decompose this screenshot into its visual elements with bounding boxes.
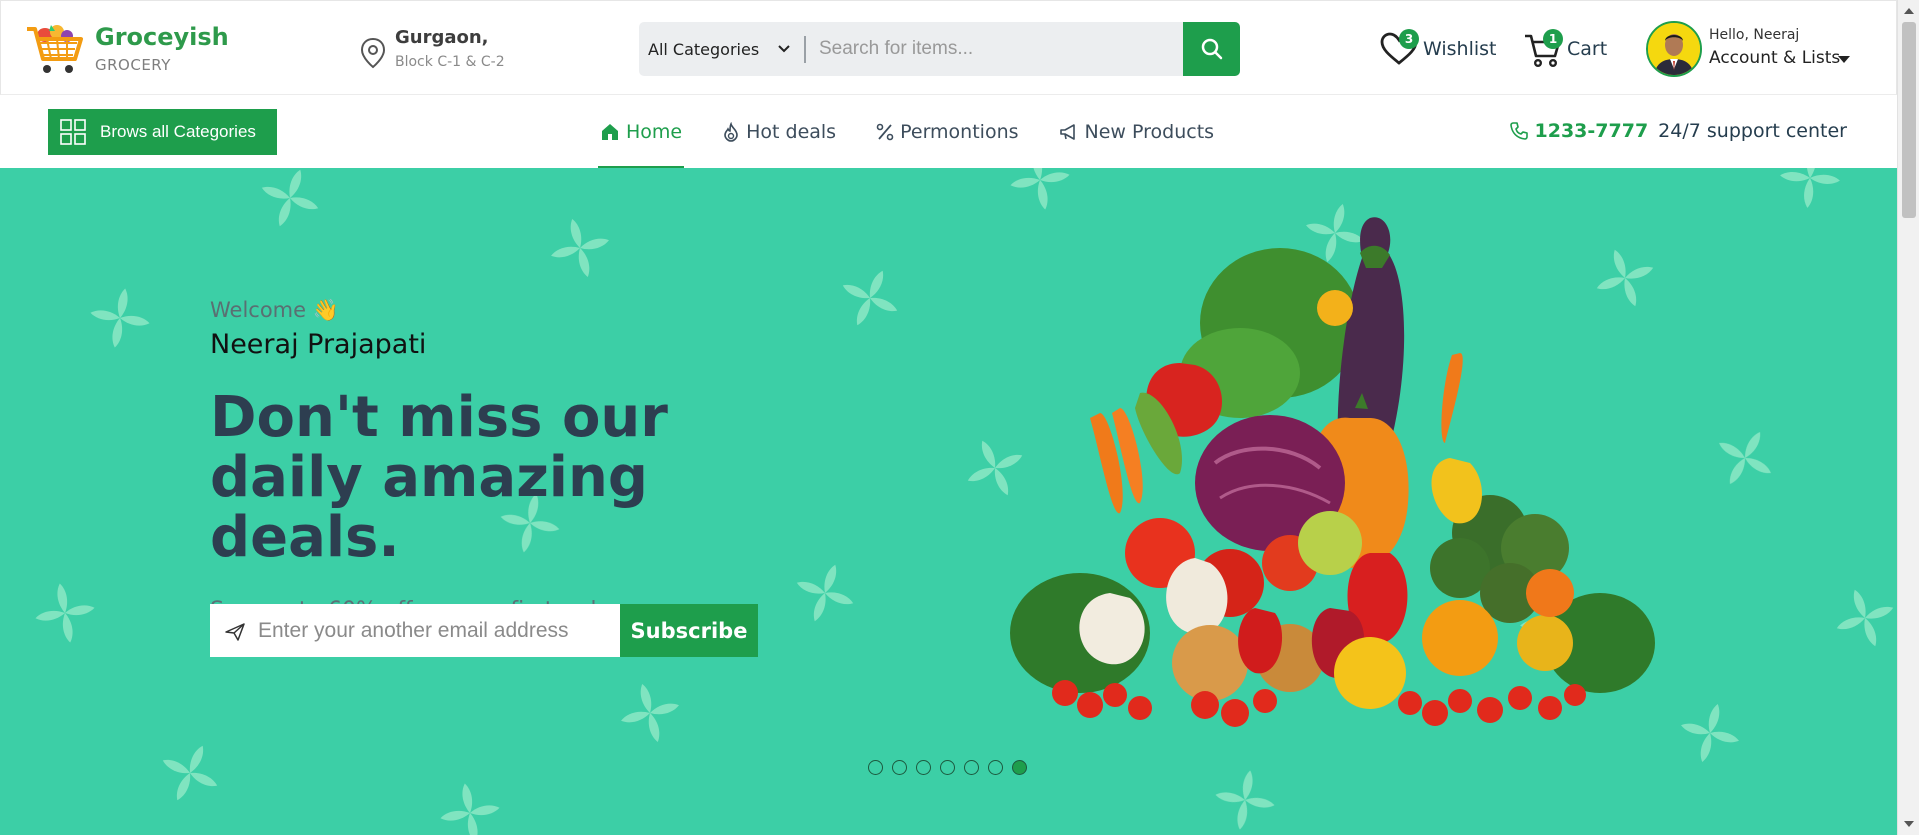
search-divider — [804, 36, 806, 63]
wishlist-label: Wishlist — [1423, 38, 1497, 60]
brand-name: Groceyish — [95, 23, 229, 51]
support-phone: 1233-7777 — [1534, 120, 1649, 142]
category-select-label: All Categories — [648, 39, 760, 59]
carousel-dot[interactable] — [940, 760, 955, 775]
category-select[interactable]: All Categories — [639, 22, 805, 76]
wishlist-link[interactable]: 3 Wishlist — [1379, 25, 1497, 73]
nav-link-label: Permontions — [900, 121, 1019, 143]
account-greeting: Hello, Neeraj — [1709, 27, 1800, 43]
page-scrollbar[interactable] — [1897, 0, 1919, 835]
email-field[interactable] — [258, 604, 613, 657]
newsletter-form: Subscribe — [210, 604, 758, 657]
send-icon — [225, 623, 245, 641]
top-header: Groceyish GROCERY Gurgaon, Block C-1 & C… — [0, 0, 1897, 95]
chevron-down-icon — [778, 45, 790, 53]
map-pin-icon — [360, 37, 386, 69]
nav-link-label: Hot deals — [746, 121, 837, 143]
hero-banner: Welcome 👋 Neeraj Prajapati Don't miss ou… — [0, 168, 1897, 835]
nav-link-home[interactable]: Home — [598, 96, 685, 168]
welcome-text: Welcome 👋 — [210, 298, 339, 322]
megaphone-icon — [1059, 124, 1075, 140]
email-field-wrapper — [210, 604, 620, 657]
carousel-dots — [868, 760, 1036, 775]
hero-headline: Don't miss our daily amazing deals. — [210, 385, 668, 570]
search-bar: All Categories — [639, 22, 1240, 76]
search-button[interactable] — [1183, 22, 1240, 76]
nav-link-hot-deals[interactable]: Hot deals — [720, 96, 838, 168]
main-nav: Brows all Categories Home Hot deals Perm… — [0, 96, 1897, 168]
hero-text: Welcome 👋 Neeraj Prajapati Don't miss ou… — [210, 298, 830, 623]
percent-icon — [876, 123, 894, 141]
vegetables-pile-image — [1010, 217, 1655, 727]
support-label: 24/7 support center — [1658, 120, 1847, 142]
cart-count-badge: 1 — [1543, 29, 1563, 49]
nav-link-label: Home — [626, 121, 683, 143]
carousel-dot[interactable] — [892, 760, 907, 775]
location-block: Block C-1 & C-2 — [395, 54, 505, 70]
brand-tagline: GROCERY — [95, 56, 171, 74]
basket-logo-icon — [27, 25, 83, 73]
home-icon — [602, 124, 618, 140]
search-icon — [1201, 38, 1222, 60]
nav-link-label: New Products — [1084, 121, 1215, 143]
cart-label: Cart — [1567, 38, 1608, 60]
scroll-down-arrow-icon[interactable] — [1904, 821, 1914, 827]
nav-links: Home Hot deals Permontions New Products — [598, 96, 1252, 168]
carousel-dot[interactable] — [916, 760, 931, 775]
scroll-up-arrow-icon[interactable] — [1904, 8, 1914, 14]
caret-down-icon — [1838, 56, 1850, 63]
carousel-dot-active[interactable] — [1012, 760, 1027, 775]
user-portrait — [1648, 23, 1700, 75]
carousel-dot[interactable] — [868, 760, 883, 775]
phone-icon — [1509, 122, 1528, 140]
user-name: Neeraj Prajapati — [210, 329, 427, 360]
nav-link-new-products[interactable]: New Products — [1057, 96, 1217, 168]
logo[interactable]: Groceyish GROCERY — [21, 19, 229, 79]
search-input[interactable] — [819, 22, 1179, 76]
grid-icon — [60, 119, 86, 145]
browse-categories-label: Brows all Categories — [100, 122, 256, 141]
scrollbar-thumb[interactable] — [1902, 22, 1916, 218]
flame-icon — [724, 122, 738, 142]
account-label: Account & Lists — [1709, 48, 1841, 68]
carousel-dot[interactable] — [988, 760, 1003, 775]
location-city: Gurgaon, — [395, 27, 489, 48]
cart-link[interactable]: 1 Cart — [1523, 25, 1607, 73]
nav-link-promotions[interactable]: Permontions — [874, 96, 1020, 168]
subscribe-button[interactable]: Subscribe — [620, 604, 758, 657]
avatar — [1646, 21, 1702, 77]
wishlist-count-badge: 3 — [1399, 29, 1419, 49]
support-contact[interactable]: 1233-7777 24/7 support center — [1509, 120, 1847, 142]
browse-categories-button[interactable]: Brows all Categories — [48, 109, 277, 155]
carousel-dot[interactable] — [964, 760, 979, 775]
